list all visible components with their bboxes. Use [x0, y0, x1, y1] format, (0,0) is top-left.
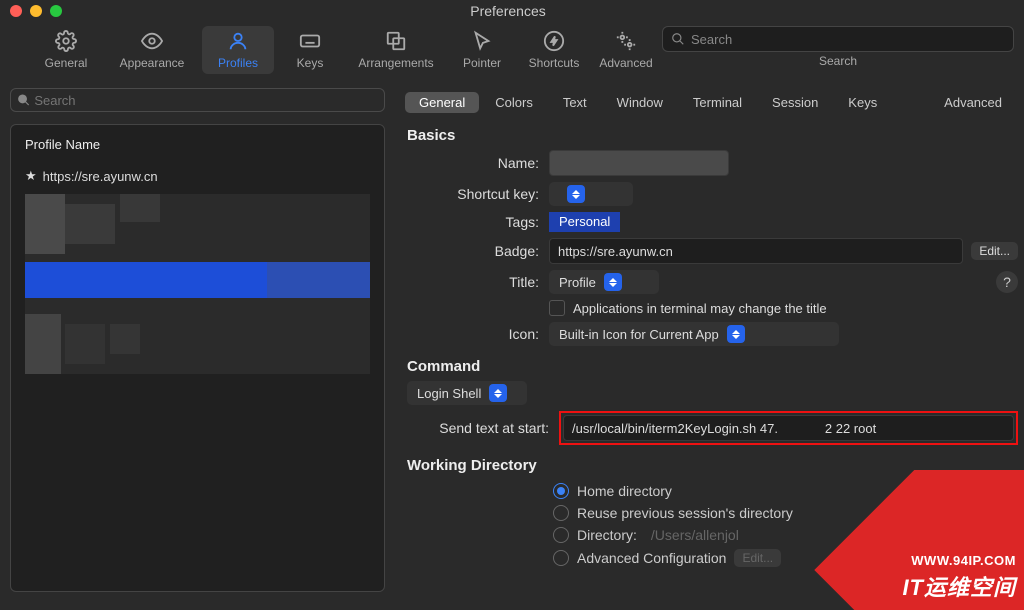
- redacted-profiles: [25, 194, 370, 374]
- keyboard-icon: [299, 30, 321, 52]
- wd-opt-directory[interactable]: Directory:/Users/allenjol: [403, 524, 1018, 546]
- subtab-session[interactable]: Session: [758, 92, 832, 113]
- tab-keys[interactable]: Keys: [274, 26, 346, 74]
- tab-appearance[interactable]: Appearance: [102, 26, 202, 74]
- person-icon: [227, 30, 249, 52]
- subtab-general[interactable]: General: [405, 92, 479, 113]
- radio-icon[interactable]: [553, 550, 569, 566]
- badge-edit-button[interactable]: Edit...: [971, 242, 1018, 260]
- toolbar-search-label: Search: [819, 54, 857, 68]
- name-label: Name:: [403, 155, 539, 171]
- window-title: Preferences: [2, 3, 1014, 19]
- send-text-label: Send text at start:: [403, 420, 549, 436]
- tags-label: Tags:: [403, 214, 539, 230]
- command-select[interactable]: Login Shell: [407, 381, 527, 405]
- help-button[interactable]: ?: [996, 271, 1018, 293]
- radio-icon[interactable]: [553, 483, 569, 499]
- subtab-window[interactable]: Window: [603, 92, 677, 113]
- name-input[interactable]: [549, 150, 729, 176]
- radio-icon[interactable]: [553, 527, 569, 543]
- directory-path: /Users/allenjol: [651, 527, 739, 543]
- send-text-input[interactable]: [563, 415, 1014, 441]
- tab-profiles[interactable]: Profiles: [202, 26, 274, 74]
- windows-icon: [385, 30, 407, 52]
- profile-row[interactable]: ★ https://sre.ayunw.cn: [11, 162, 384, 190]
- star-icon: ★: [25, 168, 37, 184]
- wd-opt-home[interactable]: Home directory: [403, 480, 1018, 502]
- tag-pill[interactable]: Personal: [549, 212, 620, 232]
- subtab-text[interactable]: Text: [549, 92, 601, 113]
- subtab-keys[interactable]: Keys: [834, 92, 891, 113]
- search-icon: [17, 93, 30, 107]
- subtab-advanced[interactable]: Advanced: [930, 92, 1016, 113]
- title-select[interactable]: Profile: [549, 270, 659, 294]
- apps-change-title-checkbox[interactable]: [549, 300, 565, 316]
- tab-arrangements[interactable]: Arrangements: [346, 26, 446, 74]
- bolt-icon: [543, 30, 565, 52]
- radio-icon[interactable]: [553, 505, 569, 521]
- profile-search[interactable]: [10, 88, 385, 112]
- title-label: Title:: [403, 274, 539, 290]
- workdir-heading: Working Directory: [407, 457, 1018, 474]
- badge-label: Badge:: [403, 243, 539, 259]
- toolbar-search-input[interactable]: Search: [662, 26, 1014, 52]
- eye-icon: [141, 30, 163, 52]
- tab-pointer[interactable]: Pointer: [446, 26, 518, 74]
- profile-subtabs: General Colors Text Window Terminal Sess…: [403, 90, 1018, 115]
- profiles-header: Profile Name: [11, 133, 384, 162]
- gear-icon: [55, 30, 77, 52]
- command-heading: Command: [407, 358, 1018, 375]
- subtab-colors[interactable]: Colors: [481, 92, 547, 113]
- subtab-terminal[interactable]: Terminal: [679, 92, 756, 113]
- send-text-highlight: [559, 411, 1018, 445]
- basics-heading: Basics: [407, 127, 1018, 144]
- icon-label: Icon:: [403, 326, 539, 342]
- tab-advanced[interactable]: Advanced: [590, 26, 662, 74]
- shortcut-label: Shortcut key:: [403, 186, 539, 202]
- profile-search-input[interactable]: [34, 93, 378, 108]
- gears-icon: [615, 30, 637, 52]
- cursor-icon: [471, 30, 493, 52]
- tab-general[interactable]: General: [30, 26, 102, 74]
- preferences-toolbar: General Appearance Profiles Keys Arrange…: [0, 22, 1024, 82]
- search-icon: [671, 32, 685, 46]
- profiles-list: Profile Name ★ https://sre.ayunw.cn: [10, 124, 385, 592]
- apps-change-title-label: Applications in terminal may change the …: [573, 301, 827, 316]
- wd-opt-reuse[interactable]: Reuse previous session's directory: [403, 502, 1018, 524]
- tab-shortcuts[interactable]: Shortcuts: [518, 26, 590, 74]
- icon-select[interactable]: Built-in Icon for Current App: [549, 322, 839, 346]
- badge-input[interactable]: [549, 238, 963, 264]
- shortcut-select[interactable]: [549, 182, 633, 206]
- wd-opt-advanced[interactable]: Advanced ConfigurationEdit...: [403, 546, 1018, 570]
- wd-edit-button: Edit...: [734, 549, 781, 567]
